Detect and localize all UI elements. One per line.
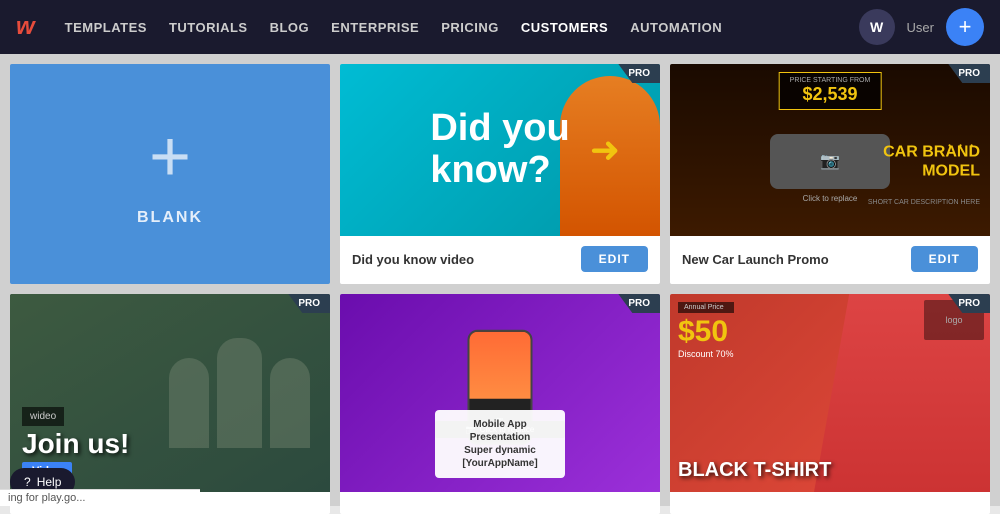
plus-icon: +: [149, 121, 191, 193]
car-edit-button[interactable]: EDIT: [911, 246, 978, 272]
nav-logo[interactable]: w: [16, 13, 35, 41]
car-brand-text: CAR BRAND MODEL: [883, 142, 980, 180]
mobile-bg: 📷 📷 Click to replace Mobile App Presenta…: [340, 294, 660, 492]
template-grid: + BLANK Did youknow? ➜ PRO Did you know …: [0, 54, 1000, 506]
click-to-replace-label: Click to replace: [803, 194, 858, 203]
join-thumbnail: wideo Join us! Video PRO: [10, 294, 330, 492]
status-bar: ing for play.go...: [0, 489, 200, 506]
help-icon: ?: [24, 475, 31, 489]
avatar[interactable]: W: [859, 9, 895, 45]
mobile-app-name: [YourAppName]: [447, 457, 553, 470]
car-card-footer: New Car Launch Promo EDIT: [670, 236, 990, 284]
mobile-app-title: Mobile App Presentation: [447, 418, 553, 444]
annual-price-label: Annual Price: [678, 302, 734, 313]
nav-right: W User +: [859, 8, 984, 46]
mobile-thumbnail: 📷 📷 Click to replace Mobile App Presenta…: [340, 294, 660, 492]
username: User: [907, 20, 934, 35]
car-price-tag: PRICE STARTING FROM $2,539: [779, 72, 882, 110]
car-bg: PRICE STARTING FROM $2,539 • • • Click t…: [670, 64, 990, 236]
car-price: $2,539: [790, 84, 871, 105]
nav-link-enterprise[interactable]: ENTERPRISE: [331, 20, 419, 35]
status-text: ing for play.go...: [8, 492, 85, 504]
mobile-template-card: 📷 📷 Click to replace Mobile App Presenta…: [340, 294, 660, 514]
discount-percent: Discount 70%: [678, 349, 734, 359]
dyk-thumbnail: Did youknow? ➜ PRO: [340, 64, 660, 236]
dyk-card-title: Did you know video: [352, 252, 474, 267]
blank-label: BLANK: [137, 209, 203, 227]
tshirt-bg: Annual Price $50 Discount 70% BLACK T-SH…: [670, 294, 990, 492]
mobile-info-card: Mobile App Presentation Super dynamic [Y…: [435, 410, 565, 478]
car-card-title: New Car Launch Promo: [682, 252, 829, 267]
tshirt-card-footer: [670, 492, 990, 514]
dyk-edit-button[interactable]: EDIT: [581, 246, 648, 272]
join-text: Join us!: [22, 430, 318, 458]
dyk-bg: Did youknow? ➜: [340, 64, 660, 236]
tshirt-thumbnail: Annual Price $50 Discount 70% BLACK T-SH…: [670, 294, 990, 492]
mobile-app-subtitle: Super dynamic: [447, 444, 553, 457]
add-button[interactable]: +: [946, 8, 984, 46]
nav-link-automation[interactable]: AUTOMATION: [630, 20, 722, 35]
blank-template-card[interactable]: + BLANK: [10, 64, 330, 284]
car-template-card: PRICE STARTING FROM $2,539 • • • Click t…: [670, 64, 990, 284]
phone-screen: [470, 332, 531, 399]
navbar: w TEMPLATES TUTORIALS BLOG ENTERPRISE PR…: [0, 0, 1000, 54]
car-thumbnail: PRICE STARTING FROM $2,539 • • • Click t…: [670, 64, 990, 236]
nav-link-templates[interactable]: TEMPLATES: [65, 20, 147, 35]
tshirt-price: $50: [678, 315, 734, 349]
nav-link-tutorials[interactable]: TUTORIALS: [169, 20, 248, 35]
car-description: SHORT CAR DESCRIPTION HERE: [868, 199, 980, 206]
mobile-card-footer: [340, 492, 660, 514]
dyk-big-text: Did youknow?: [414, 98, 585, 202]
nav-link-blog[interactable]: BLOG: [270, 20, 310, 35]
arrow-icon: ➜: [590, 129, 620, 171]
dyk-card-footer: Did you know video EDIT: [340, 236, 660, 284]
help-label: Help: [37, 475, 62, 489]
tshirt-title: BLACK T-SHIRT: [678, 460, 831, 480]
join-bg: wideo Join us! Video: [10, 294, 330, 492]
car-image-placeholder: Click to replace: [770, 134, 890, 189]
tshirt-template-card: Annual Price $50 Discount 70% BLACK T-SH…: [670, 294, 990, 514]
dyk-template-card: Did youknow? ➜ PRO Did you know video ED…: [340, 64, 660, 284]
nav-link-customers[interactable]: CUSTOMERS: [521, 20, 608, 35]
join-logo: wideo: [22, 407, 64, 426]
car-price-prefix: PRICE STARTING FROM: [790, 77, 871, 84]
tshirt-overlay: Annual Price $50 Discount 70%: [678, 302, 734, 359]
nav-link-pricing[interactable]: PRICING: [441, 20, 499, 35]
nav-links: TEMPLATES TUTORIALS BLOG ENTERPRISE PRIC…: [65, 20, 839, 35]
